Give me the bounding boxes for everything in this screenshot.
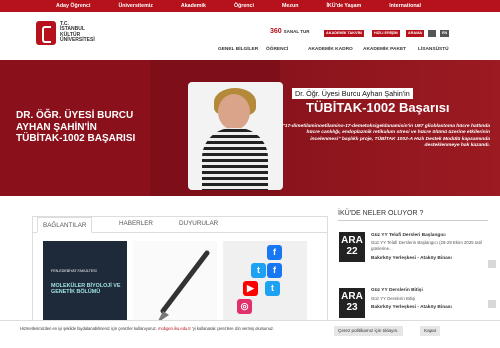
search-icon[interactable] [428, 30, 436, 37]
event-location: Bakırköy Yerleşkesi - Ataköy Binası [371, 305, 452, 310]
university-logo-icon[interactable] [36, 21, 56, 45]
main-navigation: GENEL BİLGİLER ÖĞRENCİ AKADEMİK KADRO AK… [0, 45, 500, 57]
topbar-item-international[interactable]: International [389, 3, 421, 9]
tab-baglantilar[interactable]: BAĞLANTILAR [37, 217, 93, 233]
event-title[interactable]: Güz YY Derslerin Bitişi [371, 288, 423, 293]
card-title: MOLEKÜLER BİYOLOJİ VE GENETİK BÖLÜMÜ [51, 283, 121, 295]
event-location: Bakırköy Yerleşkesi - Ataköy Binası [371, 256, 452, 261]
nav-genel-bilgiler[interactable]: GENEL BİLGİLER [218, 47, 258, 52]
card-subtitle: FEN-EDEBİYAT FAKÜLTESİ [51, 269, 97, 273]
researcher-photo [188, 82, 283, 190]
photo-face [218, 94, 250, 130]
instagram-icon: ◎ [237, 299, 252, 314]
topbar-item-ogrenci[interactable]: Öğrenci [234, 3, 254, 9]
header: T.C. İSTANBUL KÜLTÜR ÜNİVERSİTESİ 360 SA… [0, 12, 500, 60]
cookie-close-button[interactable]: Kapat [420, 326, 441, 336]
event-day: 23 [346, 302, 358, 313]
event-date-badge: ARA 22 [339, 232, 365, 262]
nav-lisansustu[interactable]: LİSANSÜSTÜ [418, 47, 449, 52]
language-button[interactable]: EN [440, 30, 450, 37]
photo-body [202, 128, 268, 190]
events-heading: İKÜ'DE NELER OLUYOR ? [338, 210, 424, 217]
topbar-item-mezun[interactable]: Mezun [282, 3, 298, 9]
nav-akademik-kadro[interactable]: AKADEMİK KADRO [308, 47, 353, 52]
event-title[interactable]: Güz YY Telafi Dersleri Başlangıcı [371, 233, 446, 238]
link-card-accreditation[interactable]: AKREDİTASYON [133, 241, 217, 341]
topbar-item-yasam[interactable]: İKÜ'de Yaşam [326, 3, 361, 9]
cookie-site-link[interactable]: mobgen.iku.edu.tr [158, 326, 191, 331]
event-day: 22 [346, 246, 358, 257]
search-button[interactable]: ARAMA [406, 30, 425, 37]
events-scroll-down-button[interactable] [488, 300, 496, 308]
nav-ogrenci[interactable]: ÖĞRENCİ [266, 47, 288, 52]
event-text: Güz YY Telafi Derslerin Başlangıcı (28-2… [371, 240, 482, 251]
hero-name-banner: Dr. Öğr. Üyesi Burcu Ayhan Şahin'in [292, 88, 413, 99]
event-date-badge: ARA 23 [339, 288, 365, 318]
youtube-icon: ▶ [243, 281, 258, 296]
twitter-icon: t [265, 281, 280, 296]
facebook-icon: f [267, 245, 282, 260]
topbar-item-akademik[interactable]: Akademik [181, 3, 206, 9]
academic-calendar-button[interactable]: AKADEMİK TAKVİM [324, 30, 364, 37]
event-text: Güz YY Derslerin Bitişi [371, 296, 416, 301]
cookie-message-end: 'yi kullanarak çerezlere izin vermiş olu… [192, 326, 275, 331]
hero-description: "17-dimetilaminoetilamino-17-demetoksige… [282, 124, 490, 148]
topbar-item-aday[interactable]: Aday Öğrenci [56, 3, 90, 9]
cookie-text: Hizmetlerimizden en iyi şekilde faydalan… [20, 326, 300, 333]
badge-360-label: SANAL TUR [283, 29, 310, 34]
tab-haberler[interactable]: HABERLER [119, 220, 153, 227]
link-card-social-media[interactable]: f t f ▶ t ◎ SOSYAL MEDYADA MOBGEN [223, 241, 307, 341]
quick-access-button[interactable]: HIZLI ERİŞİM [372, 30, 400, 37]
facebook-icon: f [267, 263, 282, 278]
cookie-policy-button[interactable]: Çerez politikamız için tıklayın. [334, 326, 403, 336]
event-month: ARA [341, 291, 363, 302]
hero-title: DR. ÖĞR. ÜYESİ BURCU AYHAN ŞAHİN'İN TÜBİ… [16, 110, 136, 144]
cookie-consent-bar: Hizmetlerimizden en iyi şekilde faydalan… [0, 320, 500, 348]
university-logo-text[interactable]: T.C. İSTANBUL KÜLTÜR ÜNİVERSİTESİ [60, 21, 120, 44]
cookie-message: Hizmetlerimizden en iyi şekilde faydalan… [20, 326, 157, 331]
nav-akademik-paket[interactable]: AKADEMİK PAKET [363, 47, 406, 52]
pen-illustration-icon [142, 250, 210, 326]
events-divider [338, 220, 488, 221]
events-scroll-up-button[interactable] [488, 260, 496, 268]
tab-bar: BAĞLANTILAR HABERLER DUYURULAR [33, 217, 327, 233]
event-month: ARA [341, 235, 363, 246]
hero-tubitak-banner: TÜBİTAK-1002 Başarısı [306, 100, 450, 115]
badge-360: 360 [270, 28, 282, 35]
logo-line: ÜNİVERSİTESİ [60, 37, 95, 44]
hero-banner[interactable]: DR. ÖĞR. ÜYESİ BURCU AYHAN ŞAHİN'İN TÜBİ… [0, 60, 500, 196]
top-navigation-bar: Aday Öğrenci Üniversitemiz Akademik Öğre… [0, 0, 500, 12]
virtual-tour-link[interactable]: 360 SANAL TUR [270, 28, 310, 35]
twitter-icon: t [251, 263, 266, 278]
link-card-department[interactable]: FEN-EDEBİYAT FAKÜLTESİ MOLEKÜLER BİYOLOJ… [43, 241, 127, 341]
topbar-item-universitemiz[interactable]: Üniversitemiz [118, 3, 152, 9]
tab-duyurular[interactable]: DUYURULAR [179, 220, 218, 227]
